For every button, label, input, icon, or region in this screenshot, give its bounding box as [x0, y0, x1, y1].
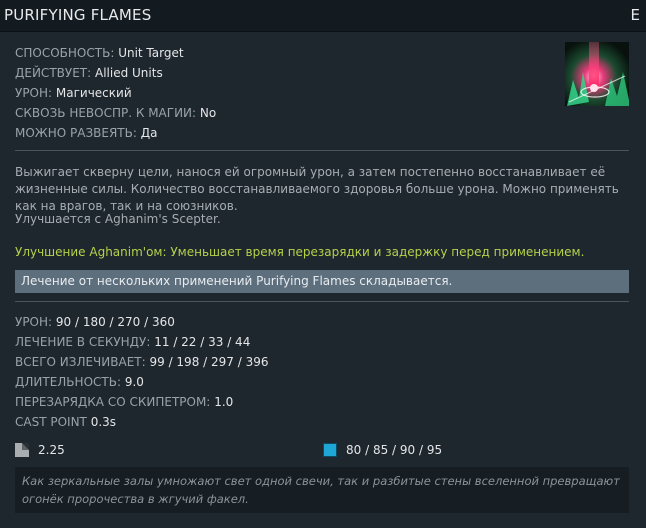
stat-label: ЛЕЧЕНИЕ В СЕКУНДУ:: [15, 335, 151, 349]
stat-label: ДЛИТЕЛЬНОСТЬ:: [15, 375, 121, 389]
ability-tooltip: PURIFYING FLAMES E СПОСОБНОСТЬ: Unit Tar…: [0, 0, 646, 528]
ability-properties: СПОСОБНОСТЬ: Unit Target ДЕЙСТВУЕТ: Alli…: [15, 45, 216, 145]
section-divider: [15, 150, 629, 151]
stat-row: ЛЕЧЕНИЕ В СЕКУНДУ: 11 / 22 / 33 / 44: [15, 334, 268, 354]
stat-label: CAST POINT: [15, 415, 87, 429]
stat-row: ДЛИТЕЛЬНОСТЬ: 9.0: [15, 374, 268, 394]
stat-value: 0.3s: [90, 415, 117, 429]
tooltip-header: PURIFYING FLAMES E: [0, 0, 646, 32]
cooldown-icon: [15, 443, 29, 457]
property-label: ДЕЙСТВУЕТ:: [15, 66, 92, 80]
property-row: СКВОЗЬ НЕВОСПР. К МАГИИ: No: [15, 105, 216, 125]
property-value: Unit Target: [118, 46, 184, 60]
property-label: СПОСОБНОСТЬ:: [15, 46, 115, 60]
property-label: МОЖНО РАЗВЕЯТЬ:: [15, 126, 137, 140]
ability-stats: УРОН: 90 / 180 / 270 / 360 ЛЕЧЕНИЕ В СЕК…: [15, 314, 268, 434]
stat-row: УРОН: 90 / 180 / 270 / 360: [15, 314, 268, 334]
property-label: УРОН:: [15, 86, 53, 100]
ability-title: PURIFYING FLAMES: [4, 6, 152, 24]
stat-value: 90 / 180 / 270 / 360: [55, 315, 175, 329]
stat-value: 11 / 22 / 33 / 44: [154, 335, 251, 349]
property-label: СКВОЗЬ НЕВОСПР. К МАГИИ:: [15, 106, 197, 120]
stacking-note-text: Лечение от нескольких применений Purifyi…: [21, 274, 453, 288]
stat-label: ВСЕГО ИЗЛЕЧИВАЕТ:: [15, 355, 146, 369]
aghanim-upgrade-text: Улучшение Aghanim'ом: Уменьшает время пе…: [15, 245, 585, 259]
stat-value: 1.0: [214, 395, 234, 409]
lore-box: Как зеркальные залы умножают свет одной …: [15, 467, 629, 513]
property-value: Allied Units: [94, 66, 163, 80]
ability-description: Выжигает скверну цели, нанося ей огромны…: [15, 165, 619, 213]
stat-row: ВСЕГО ИЗЛЕЧИВАЕТ: 99 / 198 / 297 / 396: [15, 354, 268, 374]
property-row: СПОСОБНОСТЬ: Unit Target: [15, 45, 216, 65]
scepter-upgrade-note: Улучшается с Aghanim's Scepter.: [15, 212, 221, 226]
stat-value: 99 / 198 / 297 / 396: [149, 355, 269, 369]
stat-row: ПЕРЕЗАРЯДКА СО СКИПЕТРОМ: 1.0: [15, 394, 268, 414]
property-row: ДЕЙСТВУЕТ: Allied Units: [15, 65, 216, 85]
property-row: УРОН: Магический: [15, 85, 216, 105]
stat-label: ПЕРЕЗАРЯДКА СО СКИПЕТРОМ:: [15, 395, 211, 409]
section-divider: [15, 301, 629, 302]
property-row: МОЖНО РАЗВЕЯТЬ: Да: [15, 125, 216, 145]
property-value: No: [199, 106, 217, 120]
property-value: Да: [140, 126, 158, 140]
purifying-flames-icon: [565, 42, 629, 106]
mana-cost-icon: [323, 443, 337, 457]
lore-text: Как зеркальные залы умножают свет одной …: [22, 474, 620, 506]
mana-cost-value: 80 / 85 / 90 / 95: [346, 443, 443, 457]
stat-value: 9.0: [124, 375, 144, 389]
stat-label: УРОН:: [15, 315, 53, 329]
stat-row: CAST POINT 0.3s: [15, 414, 268, 434]
property-value: Магический: [55, 86, 132, 100]
cooldown-value: 2.25: [38, 443, 65, 457]
ability-hotkey: E: [630, 6, 640, 24]
stacking-note-box: Лечение от нескольких применений Purifyi…: [15, 270, 629, 293]
